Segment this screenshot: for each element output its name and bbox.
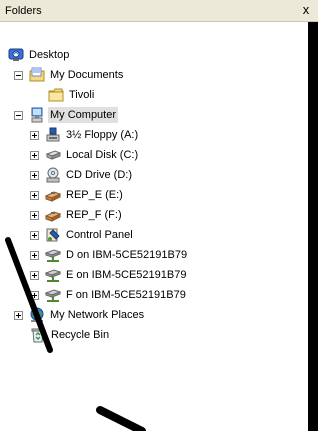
close-button[interactable]: x bbox=[298, 2, 314, 18]
tree-item-desktop[interactable]: Desktop bbox=[8, 46, 71, 64]
tree-item-rep-f[interactable]: REP_F (F:) bbox=[30, 206, 124, 224]
tree-item-recycle-bin[interactable]: Recycle Bin bbox=[30, 326, 111, 344]
removable-drive-icon bbox=[45, 191, 61, 202]
expand-toggle[interactable] bbox=[30, 130, 39, 140]
expand-toggle[interactable] bbox=[30, 270, 39, 280]
tree-item-label: 3½ Floppy (A:) bbox=[66, 129, 139, 141]
tree-item-label: Local Disk (C:) bbox=[66, 149, 139, 161]
tree-item-label: My Network Places bbox=[50, 309, 145, 321]
hard-disk-icon bbox=[45, 150, 61, 160]
tree-item-label: D on IBM-5CE52191B79 bbox=[66, 249, 188, 261]
desktop-icon bbox=[8, 48, 24, 61]
expand-toggle[interactable] bbox=[14, 310, 23, 320]
tree-item-label: E on IBM-5CE52191B79 bbox=[66, 269, 187, 281]
removable-drive-icon bbox=[45, 211, 61, 222]
recycle-bin-icon bbox=[31, 328, 45, 343]
control-panel-icon bbox=[46, 228, 60, 242]
folders-pane: Folders x Desktop My Documents Tivoli My… bbox=[0, 0, 318, 431]
tree-item-cd-drive[interactable]: CD Drive (D:) bbox=[30, 166, 134, 184]
expand-toggle[interactable] bbox=[30, 230, 39, 240]
floppy-drive-icon bbox=[46, 127, 60, 142]
collapse-toggle[interactable] bbox=[14, 70, 23, 80]
tree-item-network-drive-f[interactable]: F on IBM-5CE52191B79 bbox=[30, 286, 188, 304]
expand-toggle[interactable] bbox=[30, 250, 39, 260]
cd-drive-icon bbox=[46, 167, 60, 183]
tree-item-my-network-places[interactable]: My Network Places bbox=[14, 306, 146, 324]
tree-item-network-drive-d[interactable]: D on IBM-5CE52191B79 bbox=[30, 246, 189, 264]
folder-icon bbox=[48, 88, 64, 102]
tree-item-control-panel[interactable]: Control Panel bbox=[30, 226, 135, 244]
expand-toggle[interactable] bbox=[30, 170, 39, 180]
my-documents-icon bbox=[29, 67, 45, 82]
tree-item-label: Control Panel bbox=[66, 229, 133, 241]
tree-item-label: Desktop bbox=[29, 49, 70, 61]
my-computer-icon bbox=[31, 107, 43, 123]
tree-item-label: My Computer bbox=[48, 107, 119, 123]
tree-item-label: Tivoli bbox=[69, 89, 95, 101]
tree-item-local-disk[interactable]: Local Disk (C:) bbox=[30, 146, 140, 164]
tree-item-label: REP_E (E:) bbox=[66, 189, 123, 201]
folders-title-bar: Folders x bbox=[0, 0, 318, 22]
tree-item-label: CD Drive (D:) bbox=[66, 169, 132, 181]
network-drive-icon bbox=[45, 249, 61, 262]
tree-item-network-drive-e[interactable]: E on IBM-5CE52191B79 bbox=[30, 266, 188, 284]
tree-item-floppy[interactable]: 3½ Floppy (A:) bbox=[30, 126, 140, 144]
tree-item-rep-e[interactable]: REP_E (E:) bbox=[30, 186, 125, 204]
expand-toggle[interactable] bbox=[30, 150, 39, 160]
network-drive-icon bbox=[45, 289, 61, 302]
pane-title: Folders bbox=[5, 5, 42, 17]
right-border bbox=[308, 22, 318, 431]
tree-item-label: My Documents bbox=[50, 69, 124, 81]
network-drive-icon bbox=[45, 269, 61, 282]
tree-item-label: REP_F (F:) bbox=[66, 209, 122, 221]
tree-item-label: F on IBM-5CE52191B79 bbox=[66, 289, 186, 301]
expand-toggle[interactable] bbox=[30, 210, 39, 220]
tree-item-my-computer[interactable]: My Computer bbox=[14, 106, 119, 124]
diagonal-stroke-bottom bbox=[96, 406, 146, 431]
tree-item-tivoli[interactable]: Tivoli bbox=[48, 86, 96, 104]
network-places-icon bbox=[30, 307, 44, 322]
expand-toggle[interactable] bbox=[30, 290, 39, 300]
tree-item-label: Recycle Bin bbox=[51, 329, 110, 341]
expand-toggle[interactable] bbox=[30, 190, 39, 200]
collapse-toggle[interactable] bbox=[14, 110, 23, 120]
tree-item-my-documents[interactable]: My Documents bbox=[14, 66, 125, 84]
